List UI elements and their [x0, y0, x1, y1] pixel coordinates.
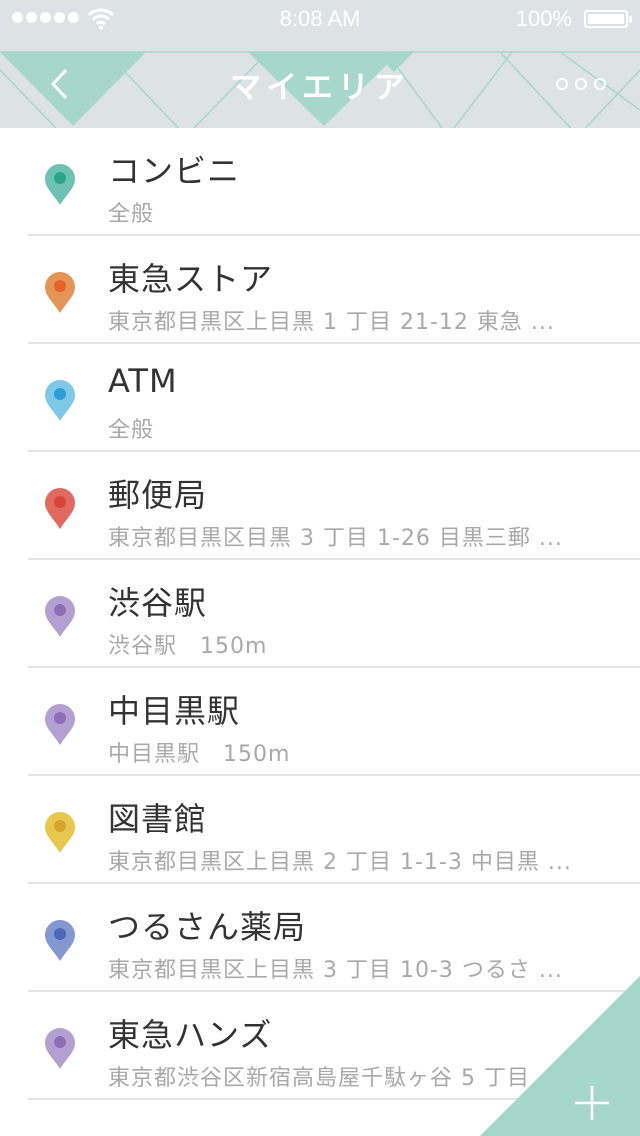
place-name: コンビニ — [108, 152, 241, 190]
more-dots-icon — [556, 78, 568, 90]
place-detail: 中目黒駅 150m — [108, 742, 291, 767]
place-name: 渋谷駅 — [108, 584, 208, 622]
location-pin-icon — [45, 164, 75, 205]
place-name: 東急ストア — [108, 260, 274, 298]
battery-icon — [584, 10, 632, 28]
list-item[interactable]: 郵便局東京都目黒区目黒 3 丁目 1-26 目黒三郵 ... — [0, 452, 640, 560]
list-item[interactable]: 東急ストア東京都目黒区上目黒 1 丁目 21-12 東急 ... — [0, 236, 640, 344]
location-pin-icon — [45, 596, 75, 637]
my-area-list: コンビニ 全般 東急ストア 東京都目黒区上目黒 1 丁目 21-12 東急 ... AT… — [0, 128, 640, 1100]
place-detail: 東京都目黒区目黒 3 丁目 1-26 目黒三郵 ... — [108, 526, 563, 551]
more-options-button[interactable] — [552, 66, 610, 102]
navigation-bar: マイエリア — [0, 40, 640, 128]
chevron-left-icon — [50, 68, 68, 100]
place-detail: 東京都目黒区上目黒 2 丁目 1-1-3 中目黒 ... — [108, 850, 572, 875]
location-pin-icon — [45, 812, 75, 853]
add-place-button[interactable] — [480, 976, 640, 1136]
place-name: ATM — [108, 362, 178, 400]
list-item[interactable]: コンビニ 全般 — [0, 128, 640, 236]
location-pin-icon — [45, 272, 75, 313]
location-pin-icon — [45, 704, 75, 745]
location-pin-icon — [45, 1028, 75, 1069]
place-detail: 全般 — [108, 202, 155, 227]
place-detail: 東京都目黒区上目黒 1 丁目 21-12 東急 ... — [108, 310, 555, 335]
place-detail: 渋谷駅 150m — [108, 634, 268, 659]
place-name: 東急ハンズ — [108, 1016, 273, 1054]
nav-pattern-decoration — [0, 51, 640, 128]
place-name: つるさん薬局 — [108, 908, 307, 946]
status-bar: 8:08 AM 100% — [0, 0, 640, 40]
list-item[interactable]: 中目黒駅中目黒駅 150m — [0, 668, 640, 776]
location-pin-icon — [45, 488, 75, 529]
list-item[interactable]: ATM 全般 — [0, 344, 640, 452]
location-pin-icon — [45, 920, 75, 961]
place-name: 図書館 — [108, 800, 208, 838]
location-pin-icon — [45, 380, 75, 421]
place-name: 中目黒駅 — [108, 692, 241, 730]
list-item[interactable]: 渋谷駅渋谷駅 150m — [0, 560, 640, 668]
back-button[interactable] — [30, 58, 90, 110]
place-detail: 全般 — [108, 418, 155, 443]
list-item[interactable]: 図書館東京都目黒区上目黒 2 丁目 1-1-3 中目黒 ... — [0, 776, 640, 884]
battery-percentage: 100% — [515, 6, 572, 31]
place-name: 郵便局 — [108, 476, 208, 514]
